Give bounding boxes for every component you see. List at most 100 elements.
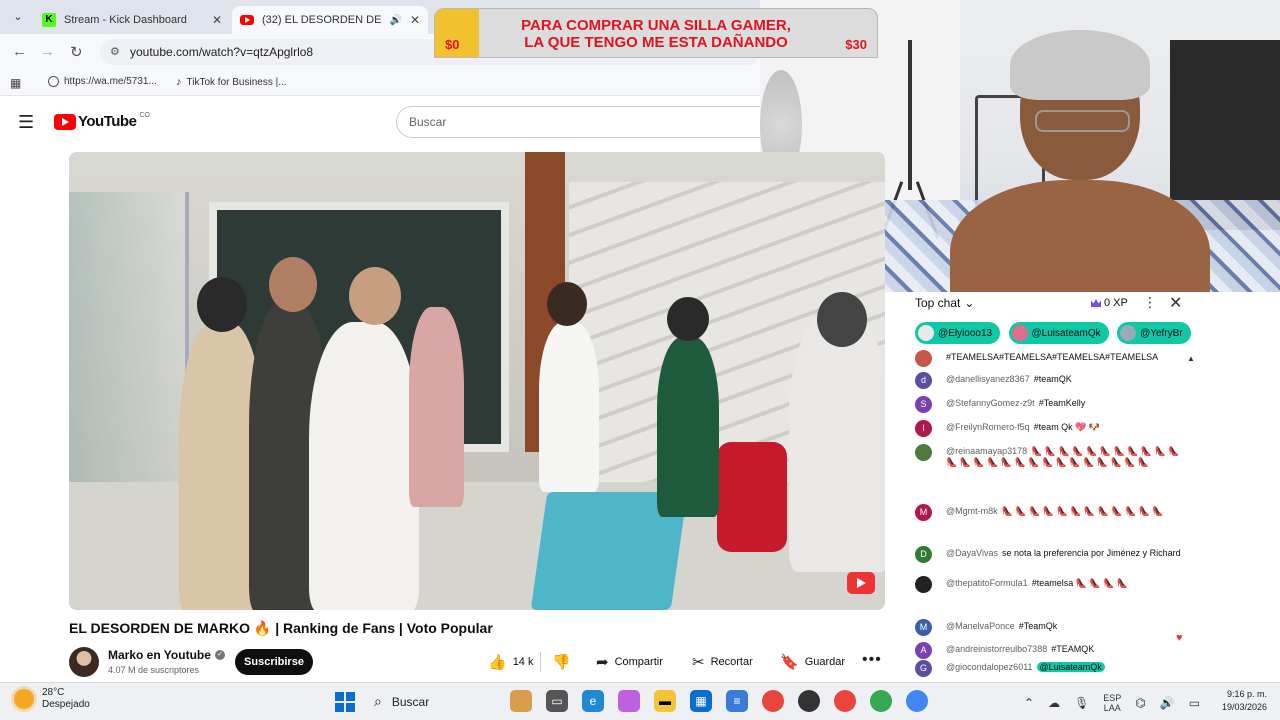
- youtube-logo[interactable]: YouTube CO: [54, 112, 150, 130]
- obs-icon[interactable]: [798, 690, 820, 712]
- message-text: #TEAMQK: [1051, 644, 1095, 654]
- chat-xp: 0 XP: [1091, 297, 1128, 309]
- goal-min: $0: [445, 37, 460, 52]
- file-explorer-icon[interactable]: ▬: [654, 690, 676, 712]
- avatar: I: [915, 420, 932, 437]
- donation-goal-banner: PARA COMPRAR UNA SILLA GAMER, LA QUE TEN…: [434, 8, 878, 58]
- channel-avatar[interactable]: [69, 647, 99, 677]
- close-icon[interactable]: ✕: [410, 13, 420, 27]
- message-author[interactable]: @reinaamayap3178: [946, 446, 1027, 456]
- subscribe-button[interactable]: Suscribirse: [235, 649, 313, 675]
- scissors-icon: ✂: [692, 653, 705, 671]
- country-code: CO: [139, 112, 150, 119]
- goal-line-1: PARA COMPRAR UNA SILLA GAMER,: [521, 17, 791, 34]
- widget-icon[interactable]: [510, 690, 532, 712]
- close-icon[interactable]: ✕: [212, 13, 222, 27]
- like-button[interactable]: 👍 14 k: [488, 649, 533, 675]
- tab-search-icon[interactable]: ⌄: [8, 7, 28, 27]
- avatar: M: [915, 619, 932, 636]
- weather-widget[interactable]: 28°C Despejado: [14, 687, 90, 711]
- save-button[interactable]: 🔖 Guardar: [780, 649, 845, 675]
- message-author[interactable]: @Mgmt-m8k: [946, 506, 998, 516]
- notepad-icon[interactable]: ≡: [726, 690, 748, 712]
- onedrive-icon[interactable]: ☁: [1048, 696, 1060, 710]
- message-author[interactable]: @FreilynRomero-f5q: [946, 422, 1030, 432]
- supporter-name: @LuisateamQk: [1031, 327, 1101, 339]
- message-text: @LuisateamQk: [1036, 662, 1105, 672]
- language-indicator[interactable]: ESP LAA: [1103, 693, 1121, 713]
- message-author[interactable]: @StefannyGomez-z9t: [946, 398, 1035, 408]
- dislike-button[interactable]: 👎: [552, 649, 571, 675]
- message-author[interactable]: @andreinistorreulbo7388: [946, 644, 1047, 654]
- scroll-up-icon[interactable]: ▲: [1187, 354, 1195, 363]
- back-icon[interactable]: ←: [12, 43, 27, 60]
- more-actions-icon[interactable]: •••: [862, 651, 882, 669]
- bookmark-whatsapp[interactable]: https://wa.me/5731...: [48, 76, 157, 87]
- channel-name[interactable]: Marko en Youtube ✓: [108, 648, 225, 662]
- search-placeholder: Buscar: [409, 115, 447, 129]
- avatar: [915, 444, 932, 461]
- search-input[interactable]: Buscar: [396, 106, 760, 138]
- menu-icon[interactable]: ☰: [18, 112, 34, 133]
- avatar: [915, 350, 932, 367]
- sun-icon: [14, 689, 34, 709]
- chrome-icon[interactable]: [870, 690, 892, 712]
- tab-youtube-video[interactable]: (32) EL DESORDEN DE MARKO 🔊 ✕: [232, 6, 428, 34]
- message-author[interactable]: @danellisyanez8367: [946, 374, 1030, 384]
- taskbar-search[interactable]: ⌕ Buscar: [374, 693, 429, 710]
- supporter-pill[interactable]: @YefryBr: [1117, 322, 1191, 344]
- message-text: #TEAMELSA#TEAMELSA#TEAMELSA#TEAMELSA: [946, 352, 1159, 362]
- chrome-icon[interactable]: [834, 690, 856, 712]
- message-author[interactable]: @ManelvaPonce: [946, 621, 1015, 631]
- windows-taskbar: 28°C Despejado ⌕ Buscar ▭ e ▬ ▦ ≡ ⌃ ☁ 🎙: [0, 682, 1280, 720]
- store-icon[interactable]: ▦: [690, 690, 712, 712]
- tiktok-icon: ♪: [176, 76, 182, 88]
- close-icon[interactable]: ✕: [1169, 293, 1182, 313]
- forward-icon[interactable]: →: [40, 43, 55, 60]
- bookmark-tiktok[interactable]: ♪ TikTok for Business |...: [176, 76, 287, 88]
- tab-kick-dashboard[interactable]: K Stream - Kick Dashboard ✕: [34, 6, 230, 34]
- network-icon[interactable]: ⌬: [1135, 696, 1145, 710]
- reload-icon[interactable]: ↻: [70, 43, 83, 61]
- clock[interactable]: 9:16 p. m. 19/03/2026: [1222, 688, 1267, 714]
- supporter-pill[interactable]: @LuisateamQk: [1008, 322, 1109, 344]
- edge-icon[interactable]: e: [582, 690, 604, 712]
- apps-grid-icon[interactable]: ▦: [10, 76, 21, 90]
- chevron-up-icon[interactable]: ⌃: [1024, 696, 1034, 710]
- message-text: 👠 👠 👠 👠 👠 👠 👠 👠 👠 👠 👠 👠: [1001, 506, 1164, 516]
- message-author[interactable]: @thepatitoFormula1: [946, 578, 1028, 588]
- clip-button[interactable]: ✂ Recortar: [692, 649, 753, 675]
- site-info-icon[interactable]: ⚙: [110, 39, 120, 65]
- bookmark-icon: 🔖: [780, 653, 799, 671]
- chat-mode-selector[interactable]: Top chat ⌄: [915, 296, 974, 310]
- video-player[interactable]: [69, 152, 885, 610]
- chrome-icon[interactable]: [762, 690, 784, 712]
- thumbs-up-icon: 👍: [488, 653, 507, 671]
- message-author[interactable]: @DayaVivas: [946, 548, 998, 558]
- supporter-pill[interactable]: @Elyiooo13: [915, 322, 1001, 344]
- speaker-icon[interactable]: 🔊: [389, 15, 401, 26]
- verified-icon: ✓: [214, 650, 225, 660]
- share-button[interactable]: ➦ Compartir: [596, 649, 663, 675]
- task-view-icon[interactable]: ▭: [546, 690, 568, 712]
- like-divider: [540, 652, 541, 672]
- microphone-icon[interactable]: 🎙: [1074, 696, 1089, 710]
- windows-start-icon[interactable]: [335, 692, 355, 712]
- volume-icon[interactable]: 🔊: [1160, 696, 1175, 710]
- chrome-icon[interactable]: [906, 690, 928, 712]
- more-vert-icon[interactable]: ⋮: [1143, 294, 1157, 311]
- message-author[interactable]: @giocondalopez6011: [946, 662, 1033, 672]
- avatar: [1120, 325, 1137, 341]
- chevron-down-icon: ⌄: [964, 296, 975, 310]
- avatar: G: [915, 660, 932, 677]
- copilot-icon[interactable]: [618, 690, 640, 712]
- avatar: [915, 576, 932, 593]
- video-title: EL DESORDEN DE MARKO 🔥 | Ranking de Fans…: [69, 620, 493, 636]
- temperature: 28°C: [42, 687, 65, 698]
- pinned-supporters: @Elyiooo13 @LuisateamQk @YefryBr: [915, 322, 1198, 346]
- bookmark-label: TikTok for Business |...: [186, 76, 287, 88]
- taskbar-search-label: Buscar: [391, 694, 430, 709]
- youtube-watermark-icon: [847, 572, 875, 594]
- message-text: #teamelsa 👠 👠 👠 👠: [1031, 578, 1129, 588]
- battery-icon[interactable]: ▭: [1189, 696, 1200, 710]
